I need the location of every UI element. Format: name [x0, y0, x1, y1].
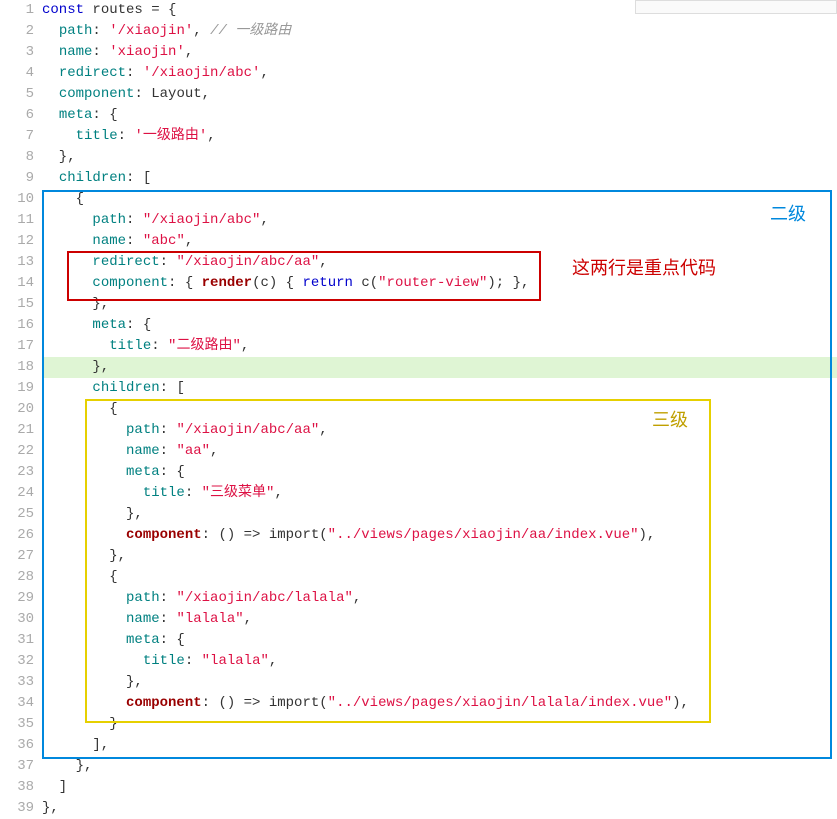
code-line: children: [	[42, 168, 837, 189]
code-line: },	[42, 798, 837, 819]
code-line: title: "三级菜单",	[42, 483, 837, 504]
code-line: meta: {	[42, 630, 837, 651]
line-number: 8	[0, 147, 34, 168]
line-number: 38	[0, 777, 34, 798]
line-number: 24	[0, 483, 34, 504]
line-number: 14	[0, 273, 34, 294]
line-number: 33	[0, 672, 34, 693]
keycode-label: 这两行是重点代码	[572, 258, 716, 279]
code-editor: 1234567891011121314151617181920212223242…	[0, 0, 837, 819]
code-line: },	[42, 357, 837, 378]
line-number: 7	[0, 126, 34, 147]
line-number: 30	[0, 609, 34, 630]
code-line: children: [	[42, 378, 837, 399]
code-line: const routes = {	[42, 0, 837, 21]
line-number: 17	[0, 336, 34, 357]
line-number: 26	[0, 525, 34, 546]
line-number: 10	[0, 189, 34, 210]
line-number: 28	[0, 567, 34, 588]
line-number: 3	[0, 42, 34, 63]
line-number: 35	[0, 714, 34, 735]
code-line: title: '一级路由',	[42, 126, 837, 147]
code-line: title: "二级路由",	[42, 336, 837, 357]
code-line: },	[42, 546, 837, 567]
code-line: {	[42, 399, 837, 420]
code-line: },	[42, 294, 837, 315]
code-line: path: "/xiaojin/abc/lalala",	[42, 588, 837, 609]
line-number: 15	[0, 294, 34, 315]
line-number: 31	[0, 630, 34, 651]
code-line: path: "/xiaojin/abc",	[42, 210, 837, 231]
code-line: component: { render(c) { return c("route…	[42, 273, 837, 294]
code-line: meta: {	[42, 315, 837, 336]
line-number: 20	[0, 399, 34, 420]
code-line: meta: {	[42, 462, 837, 483]
code-line: name: 'xiaojin',	[42, 42, 837, 63]
line-number: 32	[0, 651, 34, 672]
line-number: 19	[0, 378, 34, 399]
code-line: component: () => import("../views/pages/…	[42, 525, 837, 546]
line-number: 9	[0, 168, 34, 189]
code-line: redirect: '/xiaojin/abc',	[42, 63, 837, 84]
code-area: const routes = { path: '/xiaojin', // 一级…	[42, 0, 837, 819]
line-number: 36	[0, 735, 34, 756]
line-number: 39	[0, 798, 34, 819]
line-number: 27	[0, 546, 34, 567]
line-number: 13	[0, 252, 34, 273]
code-line: ]	[42, 777, 837, 798]
code-line: redirect: "/xiaojin/abc/aa",	[42, 252, 837, 273]
line-number: 34	[0, 693, 34, 714]
line-number: 22	[0, 441, 34, 462]
code-line: path: "/xiaojin/abc/aa",	[42, 420, 837, 441]
line-number: 16	[0, 315, 34, 336]
line-number: 1	[0, 0, 34, 21]
code-line: meta: {	[42, 105, 837, 126]
code-line: {	[42, 189, 837, 210]
line-number: 11	[0, 210, 34, 231]
code-line: },	[42, 147, 837, 168]
line-number: 25	[0, 504, 34, 525]
code-line: name: "abc",	[42, 231, 837, 252]
line-number-gutter: 1234567891011121314151617181920212223242…	[0, 0, 42, 819]
line-number: 18	[0, 357, 34, 378]
line-number: 6	[0, 105, 34, 126]
line-number: 5	[0, 84, 34, 105]
level3-label: 三级	[652, 410, 688, 431]
code-line: ],	[42, 735, 837, 756]
code-line: title: "lalala",	[42, 651, 837, 672]
code-line: },	[42, 504, 837, 525]
code-line: }	[42, 714, 837, 735]
line-number: 29	[0, 588, 34, 609]
level2-label: 二级	[770, 204, 806, 225]
code-line: },	[42, 672, 837, 693]
code-line: },	[42, 756, 837, 777]
line-number: 2	[0, 21, 34, 42]
code-line: path: '/xiaojin', // 一级路由	[42, 21, 837, 42]
code-line: name: "lalala",	[42, 609, 837, 630]
code-line: component: () => import("../views/pages/…	[42, 693, 837, 714]
code-line: name: "aa",	[42, 441, 837, 462]
code-line: component: Layout,	[42, 84, 837, 105]
code-line: {	[42, 567, 837, 588]
line-number: 23	[0, 462, 34, 483]
line-number: 4	[0, 63, 34, 84]
line-number: 37	[0, 756, 34, 777]
line-number: 12	[0, 231, 34, 252]
line-number: 21	[0, 420, 34, 441]
